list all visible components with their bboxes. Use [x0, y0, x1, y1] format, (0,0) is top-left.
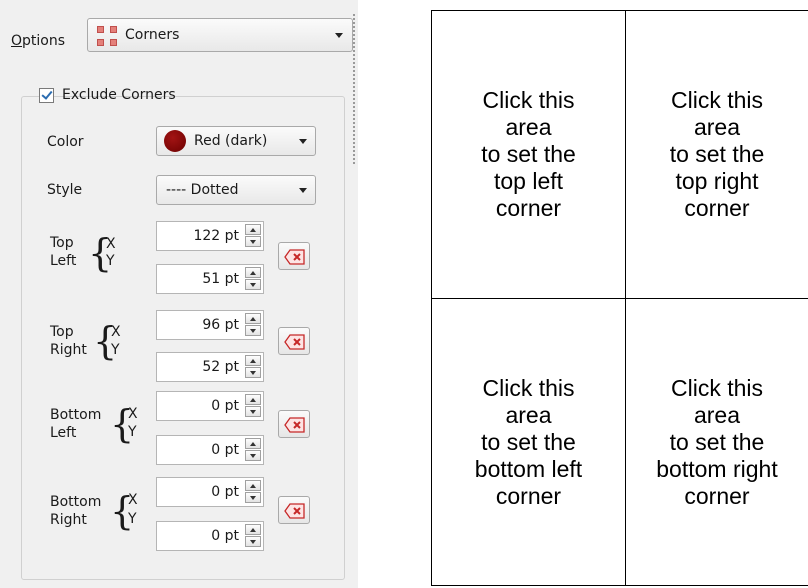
spin-up-icon[interactable]	[245, 394, 261, 405]
spin-up-icon[interactable]	[245, 355, 261, 366]
cell-text: corner	[684, 195, 750, 221]
spinbox-value: 0 pt	[211, 398, 239, 414]
top-left-x-spinbox[interactable]: 122 pt	[156, 221, 264, 251]
corner-label: Bottom Left	[50, 407, 102, 441]
y-axis-label: Y	[128, 511, 137, 527]
cell-text: bottom left	[474, 456, 583, 482]
x-axis-label: X	[128, 492, 138, 508]
cell-text: area	[693, 402, 741, 428]
exclude-corners-checkbox[interactable]: Exclude Corners	[39, 86, 176, 106]
top-right-x-spinbox[interactable]: 96 pt	[156, 310, 264, 340]
color-swatch	[164, 130, 186, 152]
cell-text: to set the	[669, 141, 765, 167]
corner-label: Top Left	[50, 235, 77, 269]
checkbox-checked-icon[interactable]	[39, 88, 54, 103]
spinbox-value: 122 pt	[193, 228, 239, 244]
spinbox-value: 0 pt	[211, 442, 239, 458]
bottom-left-y-spinbox[interactable]: 0 pt	[156, 435, 264, 465]
spin-down-icon[interactable]	[245, 236, 261, 247]
chevron-down-icon	[299, 139, 307, 144]
bottom-left-corner-area[interactable]: Click this area to set the bottom left c…	[432, 299, 625, 586]
color-label: Color	[47, 134, 84, 150]
clear-bottom-left-button[interactable]	[278, 410, 310, 438]
cell-text: top left	[493, 168, 564, 194]
color-value: Red (dark)	[194, 133, 268, 149]
options-panel: Options Corners Exclude Corners Color Re…	[0, 0, 358, 588]
corner-label: Top Right	[50, 324, 87, 358]
spinbox-value: 52 pt	[202, 359, 239, 375]
cell-text: corner	[495, 195, 562, 221]
clear-icon	[284, 334, 305, 350]
corner-label: Bottom Right	[50, 494, 102, 528]
spin-up-icon[interactable]	[245, 313, 261, 324]
spin-up-icon[interactable]	[245, 267, 261, 278]
top-left-corner-area[interactable]: Click this area to set the top left corn…	[432, 11, 625, 298]
corner-selector-grid: Click this area to set the top left corn…	[431, 10, 808, 586]
exclude-corners-label: Exclude Corners	[62, 87, 176, 103]
spin-up-icon[interactable]	[245, 524, 261, 535]
clear-top-right-button[interactable]	[278, 327, 310, 355]
options-label: Options	[11, 33, 66, 49]
x-axis-label: X	[106, 236, 116, 252]
clear-bottom-right-button[interactable]	[278, 496, 310, 524]
style-dropdown[interactable]: ---- Dotted	[156, 175, 316, 205]
top-right-y-spinbox[interactable]: 52 pt	[156, 352, 264, 382]
clear-icon	[284, 503, 305, 519]
x-axis-label: X	[111, 324, 121, 340]
corners-icon	[97, 26, 117, 46]
spin-down-icon[interactable]	[245, 492, 261, 503]
cell-text: to set the	[669, 429, 765, 455]
spin-down-icon[interactable]	[245, 450, 261, 461]
chevron-down-icon	[299, 188, 307, 193]
spin-down-icon[interactable]	[245, 325, 261, 336]
bottom-left-x-spinbox[interactable]: 0 pt	[156, 391, 264, 421]
cell-text: corner	[495, 483, 562, 509]
clear-icon	[284, 249, 305, 265]
spin-down-icon[interactable]	[245, 279, 261, 290]
spin-up-icon[interactable]	[245, 480, 261, 491]
options-dropdown[interactable]: Corners	[87, 18, 353, 52]
spinbox-value: 0 pt	[211, 484, 239, 500]
cell-text: bottom right	[656, 456, 778, 482]
y-axis-label: Y	[111, 342, 120, 358]
style-label: Style	[47, 182, 83, 198]
top-right-corner-area[interactable]: Click this area to set the top right cor…	[626, 11, 808, 298]
spin-down-icon[interactable]	[245, 367, 261, 378]
cell-text: area	[693, 114, 741, 140]
spin-up-icon[interactable]	[245, 224, 261, 235]
clear-icon	[284, 417, 305, 433]
cell-text: to set the	[481, 141, 576, 167]
chevron-down-icon	[335, 33, 343, 38]
cell-text: Click this	[482, 87, 575, 113]
options-selected-value: Corners	[125, 27, 180, 43]
y-axis-label: Y	[128, 424, 137, 440]
x-axis-label: X	[128, 406, 138, 422]
bottom-right-x-spinbox[interactable]: 0 pt	[156, 477, 264, 507]
clear-top-left-button[interactable]	[278, 242, 310, 270]
bottom-right-corner-area[interactable]: Click this area to set the bottom right …	[626, 299, 808, 586]
cell-text: Click this	[482, 375, 575, 401]
spin-up-icon[interactable]	[245, 438, 261, 449]
top-left-y-spinbox[interactable]: 51 pt	[156, 264, 264, 294]
panel-splitter[interactable]	[353, 14, 355, 164]
spin-down-icon[interactable]	[245, 536, 261, 547]
color-dropdown[interactable]: Red (dark)	[156, 126, 316, 156]
style-value: ---- Dotted	[166, 182, 239, 198]
cell-text: area	[505, 402, 552, 428]
y-axis-label: Y	[106, 253, 115, 269]
spinbox-value: 51 pt	[202, 271, 239, 287]
spin-down-icon[interactable]	[245, 406, 261, 417]
bottom-right-y-spinbox[interactable]: 0 pt	[156, 521, 264, 551]
cell-text: top right	[675, 168, 759, 194]
cell-text: Click this	[670, 87, 763, 113]
cell-text: area	[505, 114, 552, 140]
cell-text: Click this	[670, 375, 763, 401]
cell-text: corner	[684, 483, 750, 509]
spinbox-value: 0 pt	[211, 528, 239, 544]
spinbox-value: 96 pt	[202, 317, 239, 333]
cell-text: to set the	[481, 429, 576, 455]
